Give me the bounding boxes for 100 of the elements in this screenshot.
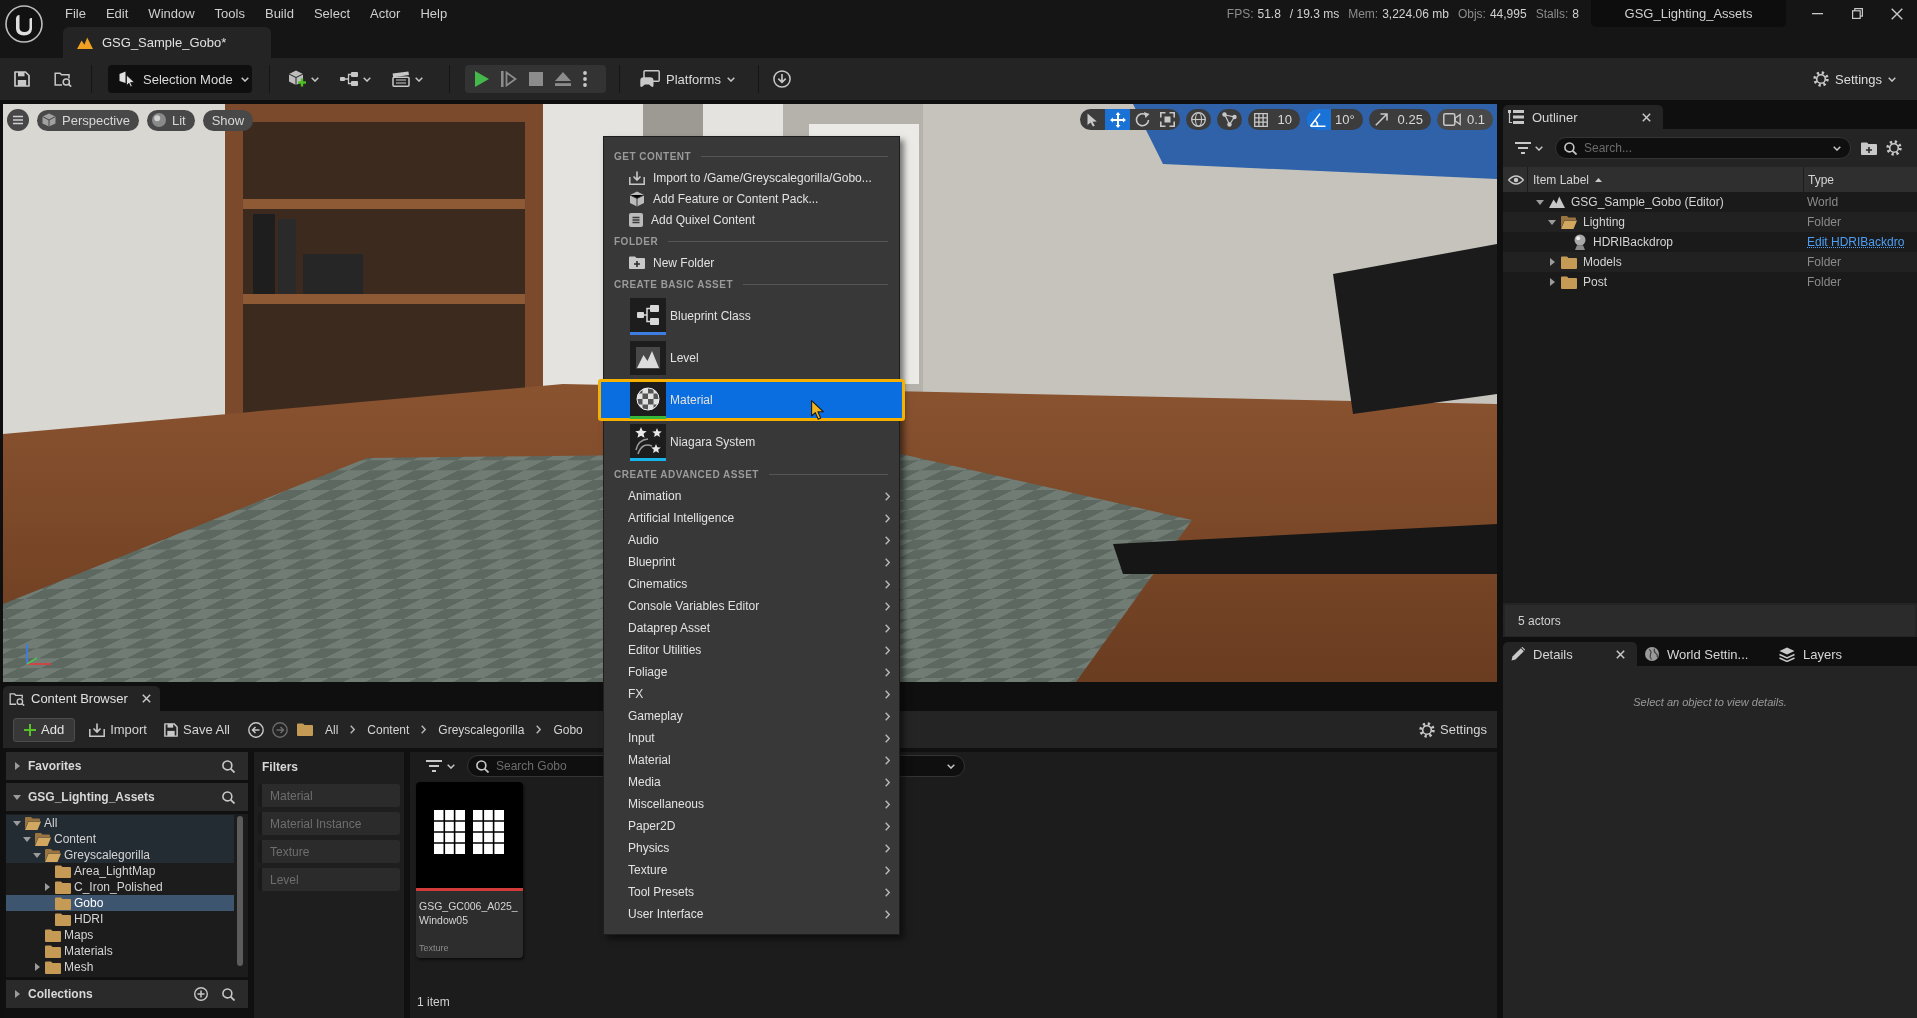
expanded-arrow-icon[interactable] — [13, 820, 21, 826]
asset-type-item[interactable]: Level — [598, 337, 905, 379]
menu-item[interactable]: Build — [254, 3, 304, 24]
submenu-item[interactable]: Physics — [604, 837, 899, 859]
submenu-item[interactable]: Artificial Intelligence — [604, 507, 899, 529]
section-header[interactable]: GSG_Lighting_Assets — [6, 783, 248, 811]
menu-item[interactable]: Tools — [204, 3, 255, 24]
folder-tree-item[interactable]: C_Iron_Polished — [6, 879, 234, 895]
search-icon[interactable] — [222, 987, 235, 1001]
submenu-item[interactable]: Tool Presets — [604, 881, 899, 903]
close-icon[interactable] — [1616, 649, 1625, 659]
menu-item[interactable]: Select — [303, 3, 361, 24]
filter-icon[interactable] — [1515, 142, 1531, 154]
submenu-item[interactable]: Material — [604, 749, 899, 771]
search-field[interactable]: Search... — [1555, 137, 1851, 159]
submenu-item[interactable]: Gameplay — [604, 705, 899, 727]
submenu-item[interactable]: Dataprep Asset — [604, 617, 899, 639]
folder-tree-item[interactable]: Greyscalegorilla — [6, 847, 234, 863]
submenu-item[interactable]: FX — [604, 683, 899, 705]
folder-tree-item[interactable]: All — [6, 815, 234, 831]
save-all-button[interactable]: Save All — [164, 717, 230, 742]
outliner-row[interactable]: HDRIBackdrop Edit HDRIBackdro — [1503, 232, 1917, 252]
submenu-item[interactable]: Audio — [604, 529, 899, 551]
close-icon[interactable] — [1642, 112, 1651, 122]
more-icon[interactable] — [583, 71, 587, 87]
expanded-arrow-icon[interactable] — [23, 836, 31, 842]
menu-item[interactable]: Add Feature or Content Pack... — [604, 188, 899, 209]
folder-plus-icon[interactable] — [1861, 141, 1877, 155]
scale-snap-value[interactable]: 0.25 — [1393, 112, 1431, 127]
node-graph-icon[interactable] — [340, 72, 358, 86]
submenu-item[interactable]: Input — [604, 727, 899, 749]
asset-type-item[interactable]: Material — [598, 379, 905, 421]
submenu-item[interactable]: Editor Utilities — [604, 639, 899, 661]
panel-tab[interactable]: World Settin... — [1637, 642, 1771, 666]
menu-item[interactable]: Edit — [95, 3, 139, 24]
section-header[interactable]: Favorites — [6, 752, 248, 780]
submenu-item[interactable]: Animation — [604, 485, 899, 507]
add-button[interactable]: Add — [13, 717, 76, 742]
search-icon[interactable] — [222, 790, 235, 804]
breadcrumb-item[interactable]: All — [324, 722, 339, 737]
breadcrumb-item[interactable]: Content — [367, 722, 410, 737]
collapsed-arrow-icon[interactable] — [14, 762, 20, 770]
camera-speed-button[interactable]: 0.1 — [1436, 109, 1493, 130]
settings-button[interactable]: Settings — [1809, 65, 1900, 93]
import-button[interactable]: Import — [89, 717, 147, 742]
platforms-button[interactable]: Platforms — [636, 65, 739, 93]
menu-item[interactable]: New Folder — [604, 252, 899, 273]
expanded-arrow-icon[interactable] — [1536, 199, 1544, 205]
column-header[interactable]: Type — [1804, 167, 1917, 192]
folder-tree-item[interactable]: Gobo — [6, 895, 234, 911]
expanded-arrow-icon[interactable] — [13, 794, 21, 800]
collapsed-arrow-icon[interactable] — [1549, 278, 1555, 286]
logo-icon[interactable] — [5, 5, 43, 43]
submenu-item[interactable]: Console Variables Editor — [604, 595, 899, 617]
expanded-arrow-icon[interactable] — [1548, 219, 1556, 225]
expanded-arrow-icon[interactable] — [33, 852, 41, 858]
panel-tab[interactable]: Layers — [1771, 642, 1905, 666]
breadcrumb-item[interactable]: Greyscalegorilla — [438, 722, 525, 737]
folder-tree-item[interactable]: Area_LightMap — [6, 863, 234, 879]
move-tool-button[interactable] — [1105, 109, 1131, 130]
grid-snap-value[interactable]: 10 — [1273, 112, 1300, 127]
folder-search-icon[interactable] — [54, 71, 72, 87]
menu-item[interactable]: File — [55, 3, 96, 24]
submenu-item[interactable]: Media — [604, 771, 899, 793]
edit-link[interactable]: Edit HDRIBackdro — [1807, 235, 1905, 249]
submenu-item[interactable]: User Interface — [604, 903, 899, 925]
close-icon[interactable] — [1891, 7, 1903, 20]
search-icon[interactable] — [222, 759, 235, 773]
scrollbar-thumb[interactable] — [237, 816, 243, 966]
menu-item[interactable]: Add Quixel Content — [604, 209, 899, 230]
frame-skip-icon[interactable] — [501, 71, 517, 87]
asset-type-item[interactable]: Niagara System — [598, 421, 905, 463]
content-browser-tab[interactable]: Content Browser — [3, 686, 160, 711]
settings-button[interactable]: Settings — [1419, 717, 1487, 742]
menu-item[interactable]: Window — [138, 3, 205, 24]
outliner-tab[interactable]: Outliner — [1503, 105, 1663, 129]
collapsed-arrow-icon[interactable] — [34, 963, 40, 971]
submenu-item[interactable]: Texture — [604, 859, 899, 881]
asset-type-item[interactable]: Blueprint Class — [598, 295, 905, 337]
outliner-row[interactable]: Lighting Folder — [1503, 212, 1917, 232]
folder-tree-item[interactable]: Materials — [6, 943, 234, 959]
breadcrumb-item[interactable]: Gobo — [553, 722, 583, 737]
play-icon[interactable] — [475, 71, 489, 87]
rotation-snap-value[interactable]: 10° — [1330, 112, 1363, 127]
outliner-row[interactable]: GSG_Sample_Gobo (Editor) World — [1503, 192, 1917, 212]
menu-item[interactable]: Import to /Game/Greyscalegorilla/Gobo... — [604, 167, 899, 188]
collapsed-arrow-icon[interactable] — [1549, 258, 1555, 266]
arrow-right-circle-icon[interactable] — [271, 721, 288, 738]
folder-tree-item[interactable]: Maps — [6, 927, 234, 943]
menu-item[interactable]: Actor — [360, 3, 411, 24]
submenu-item[interactable]: Miscellaneous — [604, 793, 899, 815]
eye-icon[interactable] — [1507, 174, 1524, 185]
submenu-item[interactable]: Blueprint — [604, 551, 899, 573]
submenu-item[interactable]: Cinematics — [604, 573, 899, 595]
minimize-icon[interactable] — [1811, 12, 1823, 15]
folder-tree-item[interactable]: Mesh — [6, 959, 234, 975]
section-header[interactable]: Collections — [6, 980, 248, 1008]
submenu-item[interactable]: Paper2D — [604, 815, 899, 837]
save-icon[interactable] — [14, 71, 30, 87]
menu-icon[interactable] — [7, 109, 29, 131]
